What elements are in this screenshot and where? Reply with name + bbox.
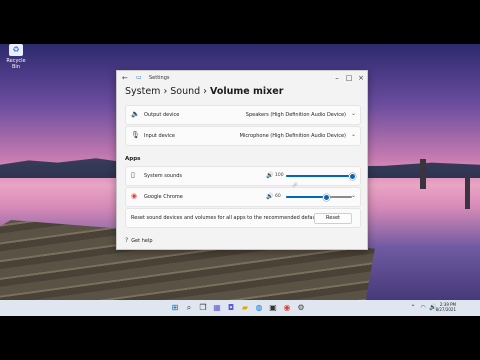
help-icon: ? — [125, 237, 129, 244]
input-device-select[interactable]: Microphone (High Definition Audio Device… — [240, 133, 346, 139]
reset-button[interactable]: Reset — [314, 213, 352, 224]
output-device-label: Output device — [144, 112, 180, 118]
edge-icon[interactable]: ◍ — [254, 303, 264, 313]
recycle-bin-icon: ♻ — [9, 44, 23, 56]
water-post — [465, 174, 470, 209]
search-icon[interactable]: ⌕ — [184, 303, 194, 313]
app-volume-value: 100 — [275, 173, 284, 178]
close-icon[interactable]: × — [355, 72, 367, 84]
slider-thumb[interactable] — [322, 194, 330, 201]
reset-description: Reset sound devices and volumes for all … — [131, 215, 322, 221]
settings-window: ← ▭ Settings – □ × System › Sound › Volume m… — [116, 70, 368, 250]
taskbar: ⊞ ⌕ ❐ ▦ ◘ ▰ ◍ ▣ ◉ ⚙ ⌃ ◠ 🔊 2:39 PM 8/27/2… — [0, 300, 480, 316]
recycle-bin-desktop-icon[interactable]: ♻ Recycle Bin — [2, 44, 30, 70]
breadcrumb: System › Sound › Volume mixer — [125, 86, 284, 97]
chevron-down-icon[interactable]: ⌄ — [351, 110, 356, 117]
slider-fill — [286, 196, 326, 198]
chevron-down-icon[interactable]: ⌄ — [351, 192, 356, 199]
settings-taskbar-icon[interactable]: ⚙ — [296, 303, 306, 313]
breadcrumb-system[interactable]: System — [125, 86, 160, 97]
clock-date: 8/27/2021 — [435, 307, 456, 312]
store-icon[interactable]: ▣ — [268, 303, 278, 313]
app-volume-slider[interactable] — [286, 173, 356, 180]
breadcrumb-volume-mixer: Volume mixer — [209, 86, 284, 97]
speaker-icon: 🔈 — [131, 110, 140, 118]
system-sounds-icon: ▯ — [131, 171, 135, 179]
mouse-cursor-icon: ➚ — [292, 181, 298, 189]
task-view-icon[interactable]: ❐ — [198, 303, 208, 313]
water-post — [420, 159, 426, 189]
window-titlebar: ← ▭ Settings – □ × — [117, 71, 367, 85]
start-icon[interactable]: ⊞ — [170, 303, 180, 313]
chevron-down-icon[interactable]: ⌄ — [351, 131, 356, 138]
app-name: System sounds — [144, 173, 183, 179]
chrome-icon: ◉ — [131, 192, 138, 200]
get-help-link[interactable]: ? Get help — [125, 237, 153, 244]
recycle-bin-label: Recycle Bin — [6, 58, 26, 70]
slider-fill — [286, 175, 352, 177]
chrome-taskbar-icon[interactable]: ◉ — [282, 303, 292, 313]
input-device-label: Input device — [144, 133, 175, 139]
output-device-row: 🔈 Output device Speakers (High Definitio… — [125, 105, 361, 125]
app-name: Google Chrome — [144, 194, 183, 200]
app-volume-value: 60 — [275, 194, 281, 199]
microphone-icon: 🎙 — [131, 131, 140, 139]
window-title: Settings — [149, 75, 170, 81]
input-device-row: 🎙 Input device Microphone (High Definiti… — [125, 126, 361, 146]
get-help-label: Get help — [131, 238, 153, 244]
minimize-icon[interactable]: – — [331, 72, 343, 84]
apps-section-title: Apps — [125, 156, 141, 162]
settings-app-icon: ▭ — [136, 74, 142, 81]
back-arrow-icon[interactable]: ← — [122, 74, 128, 82]
volume-icon[interactable]: 🔊 — [266, 172, 273, 179]
breadcrumb-sound[interactable]: Sound — [170, 86, 200, 97]
app-row: ◉ Google Chrome 🔊 60 ⌄ — [125, 187, 361, 207]
volume-icon[interactable]: 🔊 — [266, 193, 273, 200]
clock[interactable]: 2:39 PM 8/27/2021 — [435, 302, 456, 312]
app-volume-slider[interactable] — [286, 194, 352, 201]
widgets-icon[interactable]: ▦ — [212, 303, 222, 313]
chevron-down-icon[interactable]: ⌄ — [351, 171, 356, 178]
chat-icon[interactable]: ◘ — [226, 303, 236, 313]
reset-row: Reset sound devices and volumes for all … — [125, 208, 361, 228]
app-row: ▯ System sounds 🔊 100 ⌄ — [125, 166, 361, 186]
chevron-up-icon[interactable]: ⌃ — [408, 303, 418, 313]
maximize-icon[interactable]: □ — [343, 72, 355, 84]
file-explorer-icon[interactable]: ▰ — [240, 303, 250, 313]
output-device-select[interactable]: Speakers (High Definition Audio Device) — [246, 112, 346, 118]
network-icon[interactable]: ◠ — [418, 303, 428, 313]
